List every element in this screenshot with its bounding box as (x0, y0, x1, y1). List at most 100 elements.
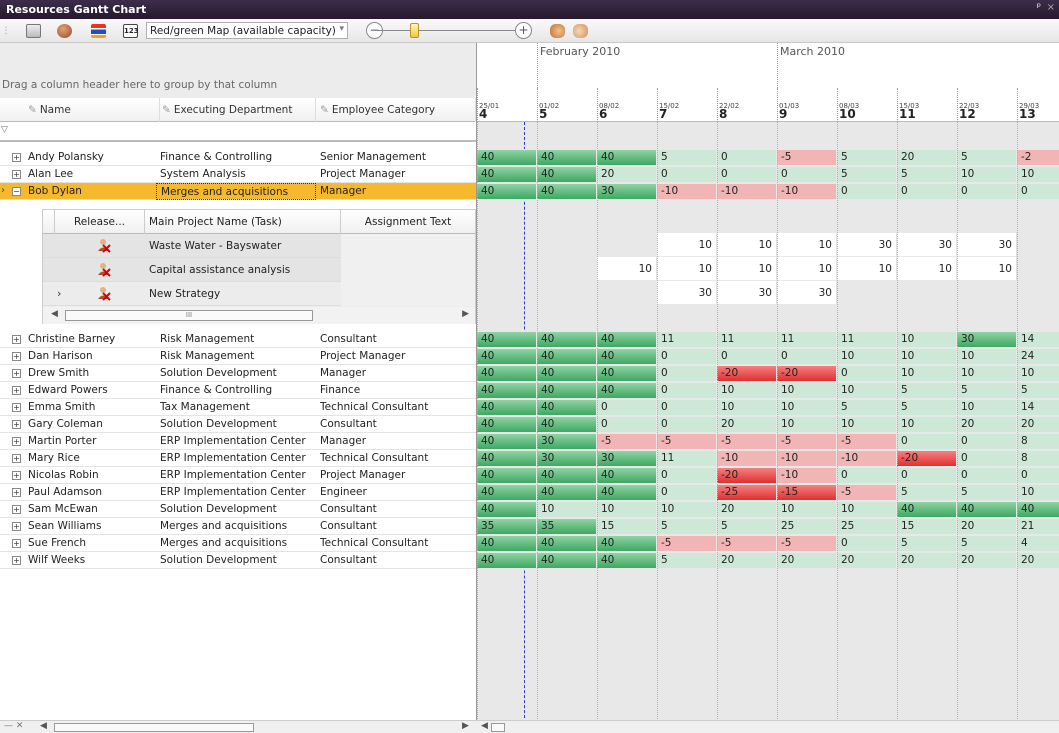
detail-horizontal-scrollbar[interactable]: ◀ III ▶ (43, 307, 475, 324)
task-hours-cell[interactable]: 10 (717, 233, 777, 256)
capacity-cell[interactable]: -5 (597, 434, 656, 449)
table-row[interactable]: + Christine Barney Risk Management Consulta… (0, 331, 476, 348)
capacity-cell[interactable]: 0 (657, 383, 716, 398)
capacity-cell[interactable]: -10 (777, 468, 836, 483)
capacity-cell[interactable]: 40 (477, 400, 536, 415)
capacity-cell[interactable]: 10 (837, 502, 896, 517)
scroll-right-icon[interactable]: ▶ (462, 309, 469, 319)
capacity-cell[interactable]: 40 (597, 150, 656, 165)
task-hours-cell[interactable]: 10 (837, 257, 897, 280)
capacity-cell[interactable]: 5 (897, 383, 956, 398)
table-row[interactable]: + Nicolas Robin ERP Implementation Center P… (0, 467, 476, 484)
capacity-cell[interactable]: 10 (777, 383, 836, 398)
capacity-cell[interactable]: 40 (477, 150, 536, 165)
capacity-cell[interactable]: -25 (717, 485, 776, 500)
capacity-cell[interactable]: 25 (837, 519, 896, 534)
capacity-cell[interactable]: 0 (837, 468, 896, 483)
scroll-left-icon[interactable]: ◀ (40, 721, 47, 731)
table-row[interactable]: + Mary Rice ERP Implementation Center Techn… (0, 450, 476, 467)
gantt-horizontal-scrollbar[interactable]: ◀ (477, 720, 1059, 733)
capacity-cell[interactable]: 30 (537, 434, 596, 449)
capacity-cell[interactable]: 40 (537, 167, 596, 182)
capacity-cell[interactable]: 10 (897, 417, 956, 432)
capacity-cell[interactable]: 40 (537, 184, 596, 199)
capacity-cell[interactable]: 35 (537, 519, 596, 534)
capacity-cell[interactable]: 20 (957, 519, 1016, 534)
capacity-cell[interactable]: 0 (1017, 184, 1059, 199)
capacity-cell[interactable]: 0 (717, 349, 776, 364)
zoom-in-button[interactable]: + (515, 22, 532, 39)
grid-scroll-thumb[interactable] (54, 723, 254, 732)
capacity-cell[interactable]: 11 (657, 451, 716, 466)
capacity-cell[interactable]: 0 (957, 468, 1016, 483)
capacity-cell[interactable]: 0 (957, 434, 1016, 449)
capacity-cell[interactable]: 40 (537, 150, 596, 165)
capacity-cell[interactable]: 0 (657, 400, 716, 415)
expand-row-button[interactable]: + (12, 522, 21, 531)
capacity-cell[interactable]: 15 (897, 519, 956, 534)
capacity-cell[interactable]: 40 (477, 485, 536, 500)
capacity-cell[interactable]: 10 (897, 332, 956, 347)
capacity-cell[interactable]: 11 (837, 332, 896, 347)
capacity-cell[interactable]: 10 (957, 366, 1016, 381)
capacity-cell[interactable]: 0 (957, 451, 1016, 466)
capacity-cell[interactable]: 10 (837, 417, 896, 432)
column-header-name[interactable]: ✎ Name (8, 98, 160, 122)
capacity-cell[interactable]: 10 (1017, 167, 1059, 182)
capacity-cell[interactable]: 40 (597, 536, 656, 551)
capacity-cell[interactable]: 10 (717, 383, 776, 398)
capacity-cell[interactable]: 10 (597, 502, 656, 517)
capacity-cell[interactable]: -10 (657, 184, 716, 199)
capacity-cell[interactable]: -5 (717, 536, 776, 551)
capacity-cell[interactable]: 14 (1017, 332, 1059, 347)
capacity-cell[interactable]: 40 (597, 553, 656, 568)
table-row[interactable]: + Drew Smith Solution Development Manager (0, 365, 476, 382)
expand-row-button[interactable]: + (12, 420, 21, 429)
capacity-cell[interactable]: 21 (1017, 519, 1059, 534)
table-row[interactable]: + Sam McEwan Solution Development Consultan… (0, 501, 476, 518)
table-row[interactable]: + Edward Powers Finance & Controlling Finan… (0, 382, 476, 399)
capacity-cell[interactable]: 10 (957, 400, 1016, 415)
task-hours-cell[interactable]: 10 (777, 257, 837, 280)
capacity-cell[interactable]: 0 (657, 417, 716, 432)
capacity-cell[interactable]: -5 (657, 434, 716, 449)
capacity-cell[interactable]: 20 (717, 417, 776, 432)
capacity-cell[interactable]: 20 (1017, 417, 1059, 432)
export-button[interactable] (26, 22, 41, 39)
capacity-cell[interactable]: 15 (597, 519, 656, 534)
capacity-cell[interactable]: 0 (657, 167, 716, 182)
expand-row-button[interactable]: + (12, 437, 21, 446)
capacity-cell[interactable]: 40 (477, 167, 536, 182)
capacity-cell[interactable]: -20 (777, 366, 836, 381)
capacity-cell[interactable]: 20 (897, 150, 956, 165)
expand-row-button[interactable]: + (12, 403, 21, 412)
capacity-cell[interactable]: 40 (477, 553, 536, 568)
table-row[interactable]: + Gary Coleman Solution Development Consult… (0, 416, 476, 433)
capacity-cell[interactable]: -10 (777, 451, 836, 466)
expand-row-button[interactable]: + (12, 454, 21, 463)
capacity-cell[interactable]: 0 (657, 366, 716, 381)
capacity-cell[interactable]: 40 (477, 366, 536, 381)
capacity-cell[interactable]: 5 (837, 400, 896, 415)
capacity-cell[interactable]: 0 (777, 349, 836, 364)
capacity-cell[interactable]: 0 (717, 167, 776, 182)
capacity-cell[interactable]: 5 (717, 519, 776, 534)
capacity-cell[interactable]: 20 (777, 553, 836, 568)
table-row[interactable]: + Andy Polansky Finance & Controlling Senio… (0, 149, 476, 166)
task-hours-cell[interactable]: 30 (717, 281, 777, 304)
column-header-category[interactable]: ✎ Employee Category (316, 98, 476, 122)
table-row[interactable]: + Alan Lee System Analysis Project Manager (0, 166, 476, 183)
capacity-cell[interactable]: -10 (837, 451, 896, 466)
remove-assignment-icon[interactable] (95, 285, 111, 301)
capacity-cell[interactable]: 10 (837, 383, 896, 398)
capacity-cell[interactable]: 40 (477, 451, 536, 466)
capacity-cell[interactable]: 5 (657, 150, 716, 165)
task-hours-cell[interactable]: 30 (657, 281, 717, 304)
capacity-cell[interactable]: 0 (897, 468, 956, 483)
scroll-left-icon[interactable]: ◀ (51, 309, 58, 319)
capacity-cell[interactable]: 0 (597, 417, 656, 432)
capacity-cell[interactable]: 20 (957, 553, 1016, 568)
toolbar-grip[interactable]: ⋮ (2, 22, 11, 39)
capacity-cell[interactable]: 5 (657, 519, 716, 534)
scroll-right-icon[interactable]: ▶ (462, 721, 469, 731)
